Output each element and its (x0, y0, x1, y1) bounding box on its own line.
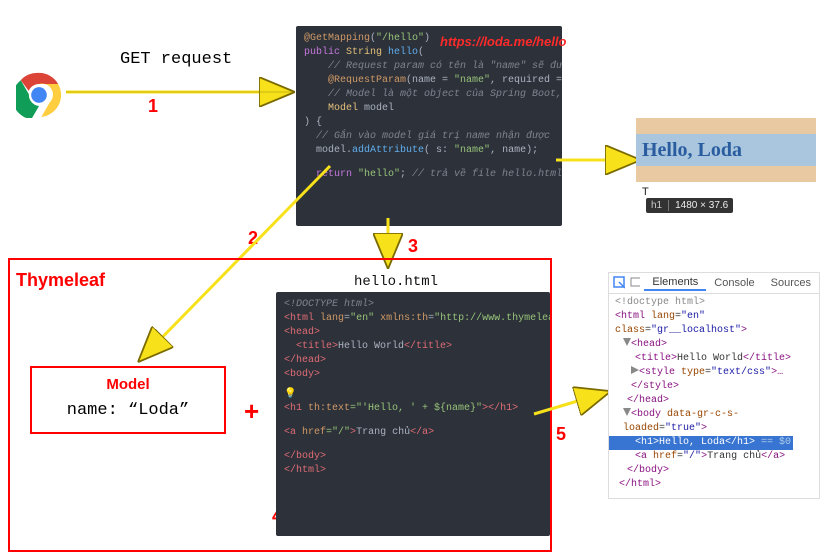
model-box: Model name: “Loda” (30, 366, 226, 434)
arrow-5 (532, 386, 612, 426)
arrow-1 (62, 72, 298, 112)
inspect-icon[interactable] (613, 276, 625, 290)
hello-html-panel: <!DOCTYPE html> <html lang="en" xmlns:th… (276, 292, 550, 536)
preview-heading: Hello, Loda (642, 139, 742, 162)
browser-preview: Hello, Loda T (636, 118, 816, 202)
chrome-icon (16, 72, 62, 121)
device-icon[interactable] (629, 276, 641, 290)
get-request-label: GET request (120, 50, 232, 69)
devtools-panel: Elements Console Sources <!doctype html>… (608, 272, 820, 499)
devtools-dom-tree: <!doctype html> <html lang="en" class="g… (609, 294, 819, 498)
tab-elements[interactable]: Elements (644, 275, 706, 291)
plus-sign: + (244, 396, 259, 427)
arrow-to-preview (554, 150, 644, 170)
devtools-selected-node[interactable]: <h1>Hello, Loda</h1> == $0 (609, 436, 793, 450)
thymeleaf-title: Thymeleaf (16, 270, 105, 291)
hello-filename: hello.html (354, 274, 438, 290)
devtools-tabs: Elements Console Sources (609, 273, 819, 294)
tab-sources[interactable]: Sources (763, 276, 819, 290)
size-tooltip: h11480 × 37.6 (646, 198, 733, 213)
tab-console[interactable]: Console (706, 276, 762, 290)
model-keyvalue: name: “Loda” (38, 401, 218, 420)
url-overlay: https://loda.me/hello (440, 34, 566, 49)
step-5: 5 (556, 424, 566, 445)
model-title: Model (38, 376, 218, 393)
